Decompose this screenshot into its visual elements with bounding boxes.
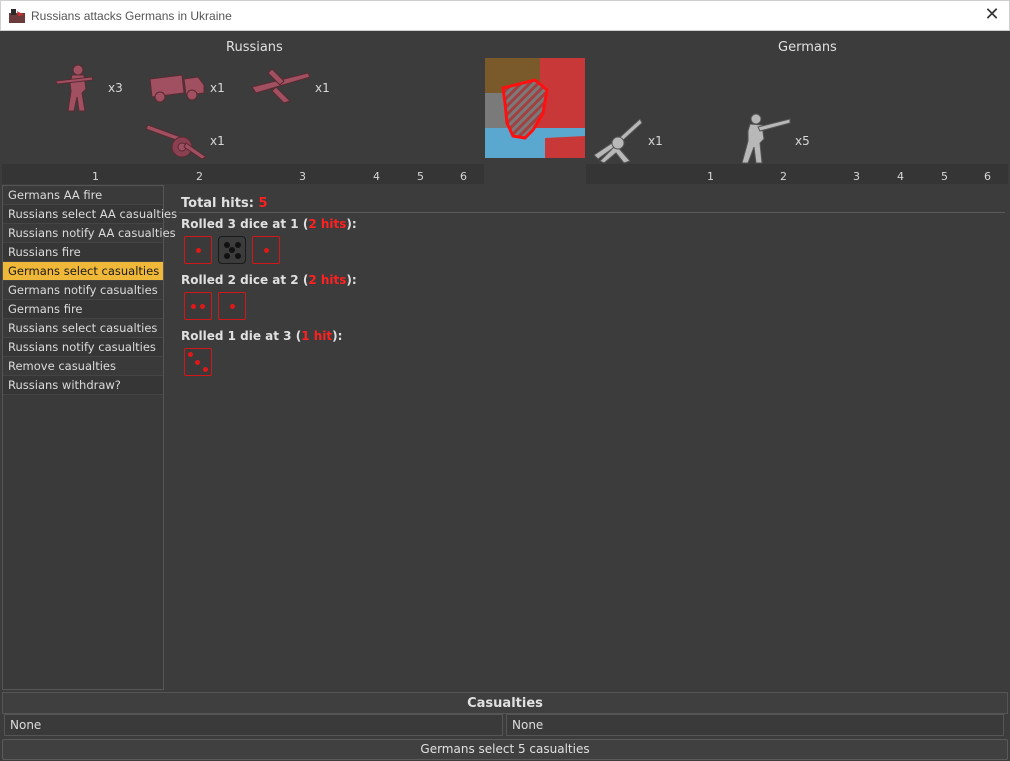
defender-unit-aa-gun (590, 111, 646, 167)
window-title: Russians attacks Germans in Ukraine (31, 9, 232, 23)
step-item[interactable]: Russians notify AA casualties (3, 224, 176, 243)
defender-unit-infantry (732, 111, 792, 167)
roll-suffix: ): (346, 273, 357, 287)
roll-hits: 1 hit (301, 329, 333, 343)
infantry-icon (55, 64, 94, 112)
dice-row (184, 292, 246, 320)
battle-units-panel: Russians Germans x3 x1 x1 x1 x1 x5 1 2 3… (0, 31, 1010, 185)
step-item[interactable]: Russians select casualties (3, 319, 163, 338)
defender-casualties-field: None (506, 714, 1004, 736)
close-icon[interactable]: ✕ (983, 6, 1001, 24)
artillery-icon (146, 124, 207, 160)
select-casualties-button[interactable]: Germans select 5 casualties (2, 739, 1008, 760)
dice-results-panel: Total hits: 5 Rolled 3 dice at 1 (2 hits… (165, 185, 1008, 690)
defender-column-label: 6 (984, 170, 991, 183)
roll-prefix: Rolled 3 dice at 1 ( (181, 217, 309, 231)
aa-gun-icon (593, 118, 643, 164)
window-titlebar: Russians attacks Germans in Ukraine ✕ (0, 0, 1010, 31)
die-hit (218, 292, 246, 320)
total-hits-value: 5 (258, 196, 268, 211)
step-item[interactable]: Germans fire (3, 300, 163, 319)
roll-hits: 2 hits (308, 273, 347, 287)
attacker-unit-artillery (146, 117, 208, 165)
fighter-icon (251, 68, 311, 104)
app-icon (9, 9, 25, 23)
step-item[interactable]: Russians withdraw? (3, 376, 163, 395)
territory-map-icon (485, 58, 585, 158)
step-item[interactable]: Remove casualties (3, 357, 163, 376)
defender-unit-count: x5 (795, 134, 810, 148)
die-miss (218, 236, 246, 264)
casualties-header: Casualties (2, 692, 1008, 714)
roll-prefix: Rolled 2 dice at 2 ( (181, 273, 309, 287)
die-hit (184, 348, 212, 376)
step-item[interactable]: Russians select AA casualties (3, 205, 177, 224)
dice-row (184, 348, 212, 376)
defender-column-label: 4 (897, 170, 904, 183)
attacker-column-label: 1 (92, 170, 99, 183)
attacker-column-label: 4 (373, 170, 380, 183)
attacker-column-bar (2, 164, 484, 184)
attacker-unit-count: x1 (210, 134, 225, 148)
roll-label: Rolled 1 die at 3 (1 hit): (181, 329, 342, 343)
defender-column-label: 1 (707, 170, 714, 183)
attacker-unit-fighter (250, 63, 312, 107)
roll-hits: 2 hits (308, 217, 347, 231)
attacker-casualties-field: None (4, 714, 503, 736)
attacker-column-label: 6 (460, 170, 467, 183)
attacker-unit-count: x3 (108, 81, 123, 95)
infantry-icon (741, 113, 791, 164)
attacker-column-label: 3 (299, 170, 306, 183)
attacker-column-label: 5 (417, 170, 424, 183)
defender-column-label: 2 (780, 170, 787, 183)
roll-suffix: ): (346, 217, 357, 231)
attacker-name: Russians (226, 40, 283, 55)
defender-column-label: 5 (941, 170, 948, 183)
step-item[interactable]: Russians notify casualties (3, 338, 163, 357)
step-item[interactable]: Russians fire (3, 243, 163, 262)
step-item[interactable]: Germans notify casualties (3, 281, 163, 300)
roll-suffix: ): (332, 329, 343, 343)
dice-row (184, 236, 280, 264)
attacker-unit-count: x1 (315, 81, 330, 95)
attacker-column-label: 2 (196, 170, 203, 183)
attacker-unit-count: x1 (210, 81, 225, 95)
defender-unit-count: x1 (648, 134, 663, 148)
roll-label: Rolled 2 dice at 2 (2 hits): (181, 273, 357, 287)
attacker-unit-truck (146, 67, 208, 105)
divider (179, 212, 1005, 213)
step-item[interactable]: Germans AA fire (3, 186, 163, 205)
die-hit (184, 236, 212, 264)
roll-label: Rolled 3 dice at 1 (2 hits): (181, 217, 357, 231)
defender-name: Germans (778, 40, 837, 55)
step-item-active[interactable]: Germans select casualties (3, 262, 163, 281)
attacker-unit-infantry (52, 63, 102, 115)
roll-prefix: Rolled 1 die at 3 ( (181, 329, 302, 343)
die-hit (184, 292, 212, 320)
total-hits-label: Total hits: (181, 196, 259, 211)
truck-icon (149, 74, 205, 103)
total-hits: Total hits: 5 (181, 196, 267, 211)
die-hit (252, 236, 280, 264)
defender-column-label: 3 (853, 170, 860, 183)
battle-steps-list: Germans AA fire Russians select AA casua… (2, 185, 177, 690)
